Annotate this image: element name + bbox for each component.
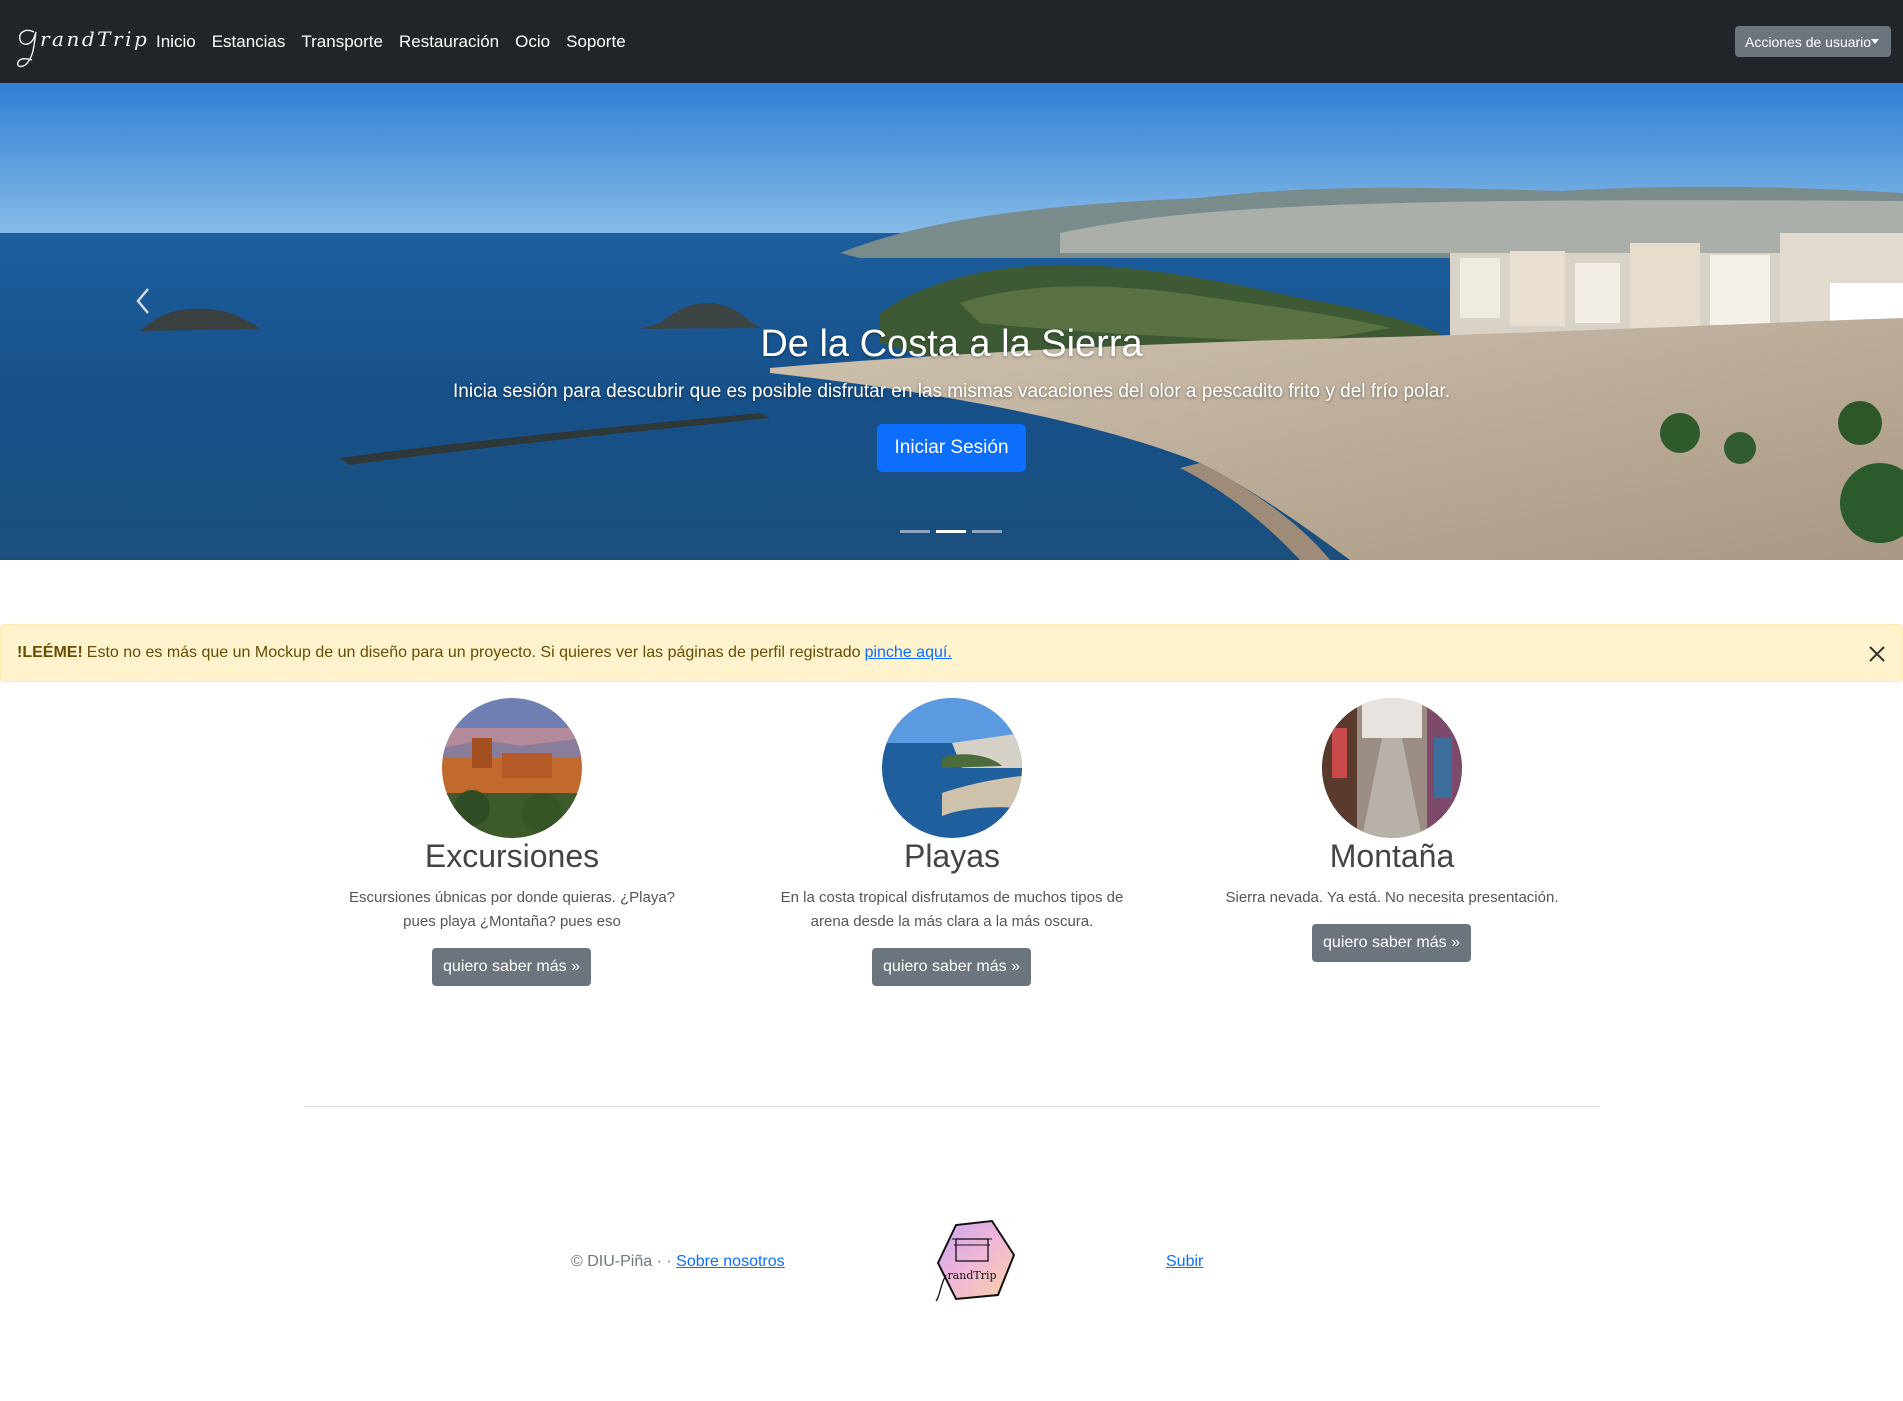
nav-link-estancias[interactable]: Estancias — [212, 32, 286, 52]
close-icon[interactable] — [1868, 645, 1886, 663]
footer-copyright: © DIU-Piña · · Sobre nosotros — [571, 1253, 785, 1271]
main-nav: Inicio Estancias Transporte Restauración… — [156, 32, 626, 52]
beach-landscape-image — [0, 83, 1903, 560]
top-navbar: randTrip Inicio Estancias Transporte Res… — [0, 0, 1903, 83]
alert-heading: !LEÉME! — [17, 644, 83, 661]
carousel-indicator-1[interactable] — [900, 530, 930, 533]
footer-logo: randTrip — [935, 1219, 1016, 1302]
feature-title-playas: Playas — [903, 838, 1001, 874]
brand-text: randTrip — [40, 27, 150, 51]
nav-link-inicio[interactable]: Inicio — [156, 32, 196, 52]
nav-link-soporte[interactable]: Soporte — [566, 32, 626, 52]
feature-image-mountain-village — [1322, 698, 1462, 838]
about-link[interactable]: Sobre nosotros — [676, 1253, 785, 1270]
feature-title-excursiones: Excursiones — [424, 838, 600, 874]
mockup-alert: !LEÉME! Esto no es más que un Mockup de … — [0, 624, 1903, 682]
svg-text:randTrip: randTrip — [947, 1269, 996, 1282]
alert-link[interactable]: pinche aquí. — [865, 644, 952, 662]
feature-image-alhambra — [442, 698, 582, 838]
brand-logo[interactable]: randTrip — [12, 18, 147, 72]
feature-button-playas[interactable]: quiero saber más » — [872, 948, 1031, 986]
nav-link-ocio[interactable]: Ocio — [515, 32, 550, 52]
back-to-top-link[interactable]: Subir — [1166, 1253, 1203, 1271]
hero-subtitle: Inicia sesión para descubrir que es posi… — [453, 381, 1450, 402]
chevron-left-icon[interactable] — [128, 281, 158, 321]
copyright-text: © DIU-Piña · · — [571, 1253, 672, 1270]
user-actions-label: Acciones de usuario — [1745, 33, 1872, 50]
nav-link-restauracion[interactable]: Restauración — [399, 32, 499, 52]
section-divider — [304, 1106, 1600, 1107]
feature-button-excursiones[interactable]: quiero saber más » — [432, 948, 591, 986]
nav-link-transporte[interactable]: Transporte — [301, 32, 383, 52]
feature-text-playas: En la costa tropical disfrutamos de much… — [780, 889, 1124, 930]
feature-text-excursiones: Escursiones úbnicas por donde quieras. ¿… — [348, 889, 676, 930]
carousel-indicator-2[interactable] — [936, 530, 966, 533]
feature-button-montana[interactable]: quiero saber más » — [1312, 924, 1471, 962]
carousel-indicator-3[interactable] — [972, 530, 1002, 533]
login-button[interactable]: Iniciar Sesión — [877, 424, 1026, 472]
feature-image-beach — [882, 698, 1022, 838]
carousel-indicators — [900, 530, 1002, 533]
hero-title: De la Costa a la Sierra — [760, 323, 1143, 365]
feature-text-montana: Sierra nevada. Ya está. No necesita pres… — [1225, 889, 1559, 906]
feature-title-montana: Montaña — [1329, 838, 1455, 874]
alert-text: Esto no es más que un Mockup de un diseñ… — [86, 644, 861, 661]
user-actions-dropdown[interactable]: Acciones de usuario — [1735, 26, 1891, 57]
hero-carousel: De la Costa a la Sierra Inicia sesión pa… — [0, 83, 1903, 560]
caret-down-icon — [1871, 39, 1879, 44]
